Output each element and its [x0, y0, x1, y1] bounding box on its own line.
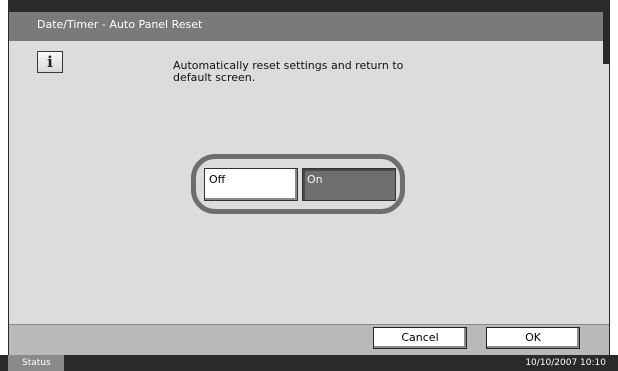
off-on-toggle-group: Off On	[191, 154, 405, 214]
action-bar: Cancel OK	[9, 324, 609, 355]
status-button[interactable]: Status	[8, 355, 64, 371]
panel-frame: Date/Timer - Auto Panel Reset i Automati…	[8, 0, 610, 371]
date-time-display: 10/10/2007 10:10	[525, 358, 606, 368]
off-button[interactable]: Off	[204, 168, 298, 201]
info-message: Automatically reset settings and return …	[173, 60, 433, 84]
scrollbar-stub	[603, 12, 609, 64]
status-bar: Status 10/10/2007 10:10	[0, 355, 618, 371]
ok-button[interactable]: OK	[486, 327, 580, 349]
info-icon: i	[37, 51, 63, 73]
on-button[interactable]: On	[302, 168, 396, 201]
content-area: i Automatically reset settings and retur…	[9, 41, 603, 324]
cancel-button[interactable]: Cancel	[373, 327, 467, 349]
frame-top-border	[9, 0, 609, 12]
window-title: Date/Timer - Auto Panel Reset	[37, 18, 203, 31]
info-message-line-2: default screen.	[173, 71, 256, 84]
title-bar: Date/Timer - Auto Panel Reset	[9, 12, 603, 41]
